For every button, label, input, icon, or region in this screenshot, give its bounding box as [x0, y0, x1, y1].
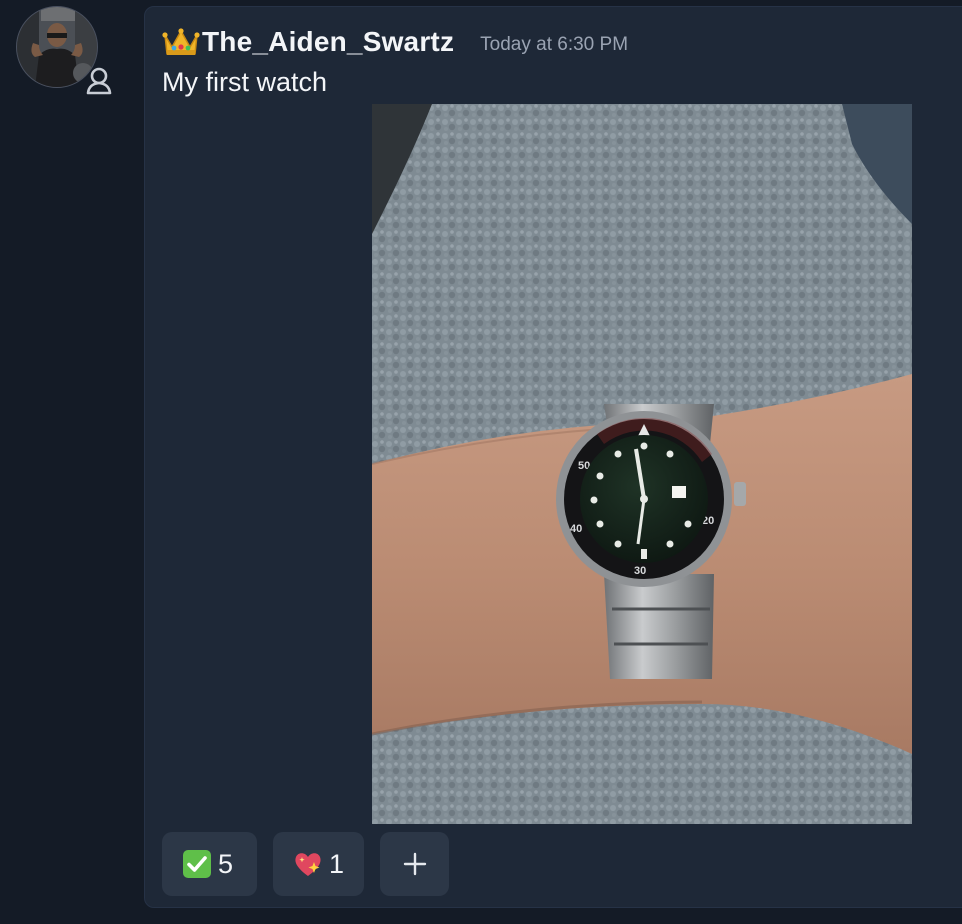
watch-photo: 50 40 30 20 [372, 104, 912, 824]
add-reaction-button[interactable] [380, 832, 449, 896]
svg-text:30: 30 [634, 565, 646, 577]
reaction-count: 5 [218, 848, 234, 879]
author-username[interactable]: The_Aiden_Swartz [202, 26, 454, 58]
crown-icon [162, 28, 200, 55]
person-icon [86, 67, 112, 95]
svg-text:40: 40 [570, 523, 582, 535]
image-attachment[interactable]: 50 40 30 20 [372, 104, 912, 824]
message-text: My first watch [162, 67, 328, 97]
check-mark-button-icon [183, 850, 211, 878]
sparkling-heart-icon [295, 853, 321, 876]
reaction-count: 1 [328, 848, 344, 879]
reaction-check[interactable]: 5 [162, 832, 257, 896]
plus-icon [403, 852, 426, 876]
author-avatar-group[interactable] [16, 6, 112, 95]
message-timestamp[interactable]: Today at 6:30 PM [480, 34, 628, 56]
message-header: The_Aiden_Swartz Today at 6:30 PM [162, 24, 628, 60]
reaction-bar: 5 1 [162, 832, 449, 896]
chat-view: The_Aiden_Swartz Today at 6:30 PM My fir… [0, 0, 962, 924]
reaction-sparkling-heart[interactable]: 1 [273, 832, 364, 896]
